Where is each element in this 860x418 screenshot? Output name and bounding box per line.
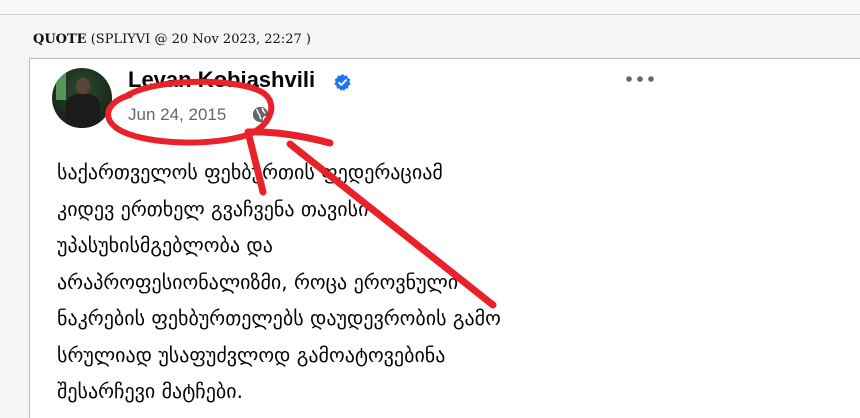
post-date[interactable]: Jun 24, 2015 (128, 105, 226, 125)
more-options-icon[interactable] (625, 75, 655, 83)
verified-badge-icon (334, 73, 351, 91)
post-line: უპასუხისმგებლობა და (57, 233, 273, 257)
post-line: შესარჩევი მატჩები. (57, 379, 243, 403)
annotation-arrow-head-upper (244, 128, 334, 147)
post-line: კიდევ ერთხელ გვაჩვენა თავისი (57, 196, 369, 221)
quote-label: QUOTE (33, 32, 87, 47)
post-line: საქართველოს ფეხბურთის ფედერაციამ (57, 160, 443, 184)
avatar-figure-body (66, 94, 100, 128)
page-top-bar (0, 0, 860, 15)
post-line: ნაკრების ფეხბურთელებს დაუდევრობის გამო (57, 306, 501, 330)
quote-box: Levan Kobiashvili Jun 24, 2015 საქართველ… (29, 58, 860, 418)
author-avatar[interactable] (52, 68, 112, 128)
quote-meta: (SPLIYVI @ 20 Nov 2023, 22:27 ) (86, 32, 311, 47)
post-body: საქართველოს ფეხბურთის ფედერაციამ კიდევ ე… (57, 154, 757, 410)
quote-header: QUOTE (SPLIYVI @ 20 Nov 2023, 22:27 ) (33, 32, 311, 47)
avatar-figure-head (76, 78, 90, 94)
globe-icon (252, 106, 269, 123)
avatar-background-light (56, 72, 66, 100)
post-line: არაპროფესიონალიზმი, როცა ეროვნული (57, 269, 459, 294)
post-line: სრულიად უსაფუძვლოდ გამოატოვებინა (57, 342, 446, 367)
author-name[interactable]: Levan Kobiashvili (128, 67, 315, 93)
